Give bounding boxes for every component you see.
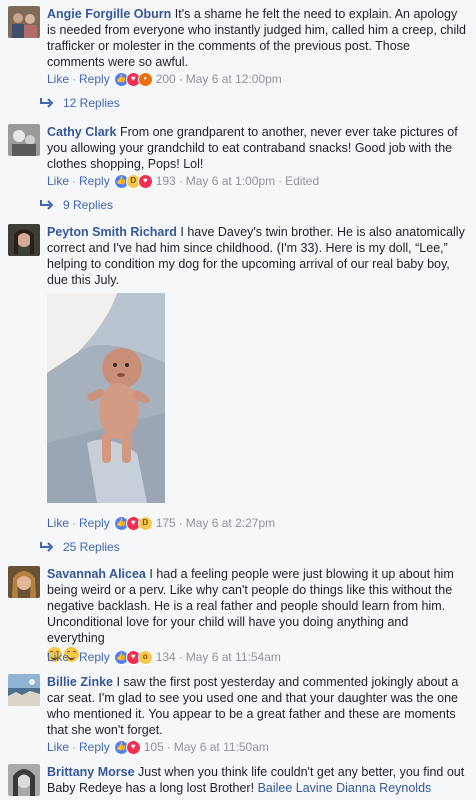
comment-actions: Like · Reply 👍 ♥ D 175 · May 6 at 2:27pm [47, 515, 276, 531]
replies-count[interactable]: 12 Replies [63, 95, 120, 111]
comment-actions: Like · Reply 👍 ♥ • 200 · May 6 at 12:00p… [47, 71, 282, 87]
replies-count[interactable]: 9 Replies [63, 197, 113, 213]
reactions[interactable]: 👍 D ♥ [113, 173, 153, 189]
reactions[interactable]: 👍 ♥ [113, 739, 141, 755]
comment-timestamp[interactable]: May 6 at 11:54am [186, 649, 281, 665]
avatar[interactable] [8, 124, 40, 156]
tagged-users-link[interactable]: Bailee Lavine Dianna Reynolds [258, 781, 432, 795]
like-link[interactable]: Like [47, 71, 69, 87]
comment-body: Brittany Morse Just when you think life … [47, 764, 467, 796]
like-link[interactable]: Like [47, 515, 69, 531]
view-replies-link[interactable]: 9 Replies [40, 197, 113, 213]
avatar-photo [8, 764, 40, 796]
like-link[interactable]: Like [47, 173, 69, 189]
reply-link[interactable]: Reply [79, 173, 110, 189]
comment-author[interactable]: Cathy Clark [47, 125, 116, 139]
reply-arrow-icon [40, 200, 54, 210]
comment-body: Savannah Alicea I had a feeling people w… [47, 566, 467, 663]
comment-author[interactable]: Peyton Smith Richard [47, 225, 177, 239]
reply-arrow-icon [40, 98, 54, 108]
comment-timestamp[interactable]: May 6 at 1:00pm [186, 173, 275, 189]
reaction-count: 200 [155, 72, 176, 86]
comment-author[interactable]: Billie Zinke [47, 675, 113, 689]
avatar-photo [8, 224, 40, 256]
reactions[interactable]: 👍 ♥ D [113, 515, 153, 531]
avatar-photo [8, 566, 40, 598]
comment-timestamp[interactable]: May 6 at 2:27pm [186, 515, 275, 531]
reactions[interactable]: 👍 ♥ o [113, 649, 153, 665]
reply-link[interactable]: Reply [79, 649, 110, 665]
comment-author[interactable]: Savannah Alicea [47, 567, 146, 581]
love-icon: ♥ [137, 173, 153, 189]
reply-link[interactable]: Reply [79, 515, 110, 531]
view-replies-link[interactable]: 12 Replies [40, 95, 120, 111]
comment-body: Cathy Clark From one grandparent to anot… [47, 124, 467, 172]
like-link[interactable]: Like [47, 649, 69, 665]
comment-body: Angie Forgille Oburn It's a shame he fel… [47, 6, 467, 70]
avatar-photo [8, 124, 40, 156]
reaction-count: 105 [143, 740, 164, 754]
reaction-count: 134 [155, 650, 176, 664]
angry-icon: • [137, 71, 153, 87]
haha-icon: D [137, 515, 153, 531]
reply-arrow-icon [40, 542, 54, 552]
comment-body: Peyton Smith Richard I have Davey's twin… [47, 224, 467, 288]
comment-actions: Like · Reply 👍 ♥ o 134 · May 6 at 11:54a… [47, 649, 281, 665]
comment-actions: Like · Reply 👍 D ♥ 193 · May 6 at 1:00pm… [47, 173, 320, 189]
comment-timestamp[interactable]: May 6 at 11:50am [174, 739, 269, 755]
reply-link[interactable]: Reply [79, 71, 110, 87]
like-link[interactable]: Like [47, 739, 69, 755]
avatar[interactable] [8, 674, 40, 706]
comment-author[interactable]: Brittany Morse [47, 765, 135, 779]
avatar[interactable] [8, 6, 40, 38]
doll-photo [47, 293, 165, 503]
reaction-count: 193 [155, 174, 176, 188]
reply-link[interactable]: Reply [79, 739, 110, 755]
comment-timestamp[interactable]: May 6 at 12:00pm [186, 71, 282, 87]
avatar[interactable] [8, 764, 40, 796]
view-replies-link[interactable]: 25 Replies [40, 539, 120, 555]
avatar[interactable] [8, 566, 40, 598]
comment-actions: Like · Reply 👍 ♥ 105 · May 6 at 11:50am [47, 739, 269, 755]
attached-photo[interactable] [47, 293, 165, 503]
edited-label[interactable]: Edited [285, 173, 319, 189]
wow-icon: o [137, 649, 153, 665]
love-icon: ♥ [125, 739, 141, 755]
comment-author[interactable]: Angie Forgille Oburn [47, 7, 171, 21]
avatar[interactable] [8, 224, 40, 256]
reaction-count: 175 [155, 516, 176, 530]
replies-count[interactable]: 25 Replies [63, 539, 120, 555]
avatar-photo [8, 674, 40, 706]
comment-body: Billie Zinke I saw the first post yester… [47, 674, 467, 738]
reactions[interactable]: 👍 ♥ • [113, 71, 153, 87]
avatar-photo [8, 6, 40, 38]
